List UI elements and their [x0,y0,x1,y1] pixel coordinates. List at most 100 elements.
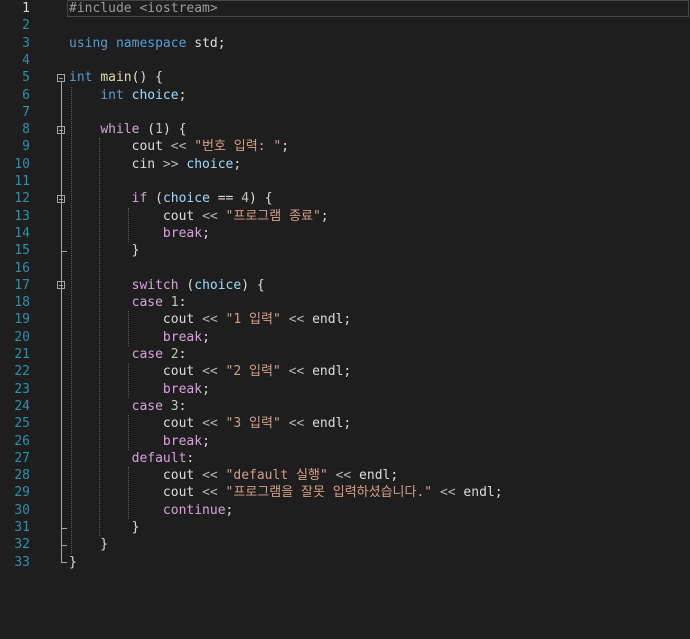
code-line[interactable]: 15 } [0,242,690,259]
line-code[interactable]: int choice; [69,87,186,104]
line-code[interactable]: } [69,536,108,553]
code-line[interactable]: 6 int choice; [0,87,690,104]
line-code[interactable]: case 2: [69,346,187,363]
code-line[interactable]: 1 #include <iostream> [0,0,690,17]
line-number: 10 [14,156,30,172]
line-code[interactable]: continue; [69,502,233,519]
fold-toggle-icon[interactable] [57,194,65,203]
line-code[interactable]: cout << "프로그램 종료"; [69,208,329,225]
fold-toggle-icon[interactable] [57,281,65,290]
code-token: choice [131,87,179,103]
code-line[interactable]: 11 [0,173,690,190]
code-token: << [288,312,305,328]
code-line[interactable]: 2 [0,17,690,34]
line-code[interactable]: cout << "default 실행" << endl; [69,467,398,484]
code-line[interactable]: 18 case 1: [0,294,690,311]
indent-guide [128,207,129,243]
fold-region-end [61,562,67,564]
code-token: "프로그램 종료" [225,208,321,224]
code-token: endl; [304,312,352,328]
line-number: 29 [14,485,30,501]
line-code[interactable]: cout << "2 입력" << endl; [69,363,351,380]
line-code[interactable]: cout << "1 입력" << endl; [69,311,351,328]
line-number: 22 [14,364,30,380]
code-line[interactable]: 24 case 3: [0,398,690,415]
line-code[interactable]: break; [69,225,210,242]
line-code[interactable]: cout << "번호 입력: "; [69,138,289,155]
code-line[interactable]: 26 break; [0,433,690,450]
code-line[interactable]: 8 while (1) { [0,121,690,138]
line-code[interactable]: cin >> choice; [69,156,242,173]
line-code[interactable]: break; [69,433,210,450]
code-line[interactable]: 14 break; [0,225,690,242]
code-line[interactable]: 4 [0,52,690,69]
fold-region-end [61,250,67,252]
code-line[interactable]: 16 [0,260,690,277]
code-token: << [202,485,218,501]
fold-toggle-icon[interactable] [57,125,65,134]
code-line[interactable]: 22 cout << "2 입력" << endl; [0,363,690,380]
code-token: main [100,70,132,86]
line-code[interactable]: cout << "3 입력" << endl; [69,415,351,432]
code-token: << [202,416,218,432]
fold-region-end [61,527,67,529]
code-token: << [202,208,218,224]
code-token: ; [202,329,210,345]
code-line[interactable]: 10 cin >> choice; [0,156,690,173]
line-code[interactable]: break; [69,329,210,346]
code-line[interactable]: 31 } [0,519,690,536]
code-line[interactable]: 32 } [0,536,690,553]
code-token: break [162,433,203,449]
code-line[interactable]: 20 break; [0,329,690,346]
line-code[interactable]: cout << "프로그램을 잘못 입력하셨습니다." << endl; [69,484,503,501]
line-code[interactable]: #include <iostream> [69,0,218,17]
code-line[interactable]: 5 int main() { [0,69,690,86]
code-line[interactable]: 33} [0,554,690,571]
code-line[interactable]: 30 continue; [0,502,690,519]
code-line[interactable]: 17 switch (choice) { [0,277,690,294]
code-token: "프로그램을 잘못 입력하셨습니다." [225,485,433,501]
code-line[interactable]: 28 cout << "default 실행" << endl; [0,467,690,484]
line-code[interactable]: using namespace std; [69,35,226,52]
code-line[interactable]: 29 cout << "프로그램을 잘못 입력하셨습니다." << endl; [0,484,690,501]
code-token: ; [233,156,242,172]
code-editor[interactable]: 1 #include <iostream> 2 3 using namespace st… [0,0,690,639]
code-token: std; [186,35,226,51]
line-code[interactable]: default: [69,450,195,467]
line-code[interactable]: } [69,519,140,536]
line-code[interactable]: case 1: [69,294,187,311]
line-code[interactable]: break; [69,381,210,398]
indent-guide [128,363,129,398]
line-code[interactable]: } [69,242,140,259]
code-line[interactable]: 25 cout << "3 입력" << endl; [0,415,690,432]
line-code[interactable]: while (1) { [69,121,186,138]
line-code[interactable]: case 3: [69,398,187,415]
code-token: >> [162,156,179,172]
line-code[interactable]: } [69,554,77,571]
code-line[interactable]: 9 cout << "번호 입력: "; [0,138,690,155]
code-line[interactable]: 27 default: [0,450,690,467]
line-number: 26 [14,433,30,449]
line-number: 11 [14,174,30,189]
code-line[interactable]: 12 if (choice == 4) { [0,190,690,207]
line-number: 25 [14,416,30,432]
code-line[interactable]: 19 cout << "1 입력" << endl; [0,311,690,328]
code-token: } [69,554,77,570]
code-token: cin [69,156,163,172]
code-line[interactable]: 7 [0,104,690,121]
code-token: cout [69,468,203,484]
code-line[interactable]: 13 cout << "프로그램 종료"; [0,208,690,225]
code-line[interactable]: 21 case 2: [0,346,690,363]
code-line[interactable]: 23 break; [0,381,690,398]
fold-toggle-icon[interactable] [57,73,65,82]
code-line[interactable]: 3 using namespace std; [0,35,690,52]
line-code[interactable]: int main() { [69,69,163,86]
